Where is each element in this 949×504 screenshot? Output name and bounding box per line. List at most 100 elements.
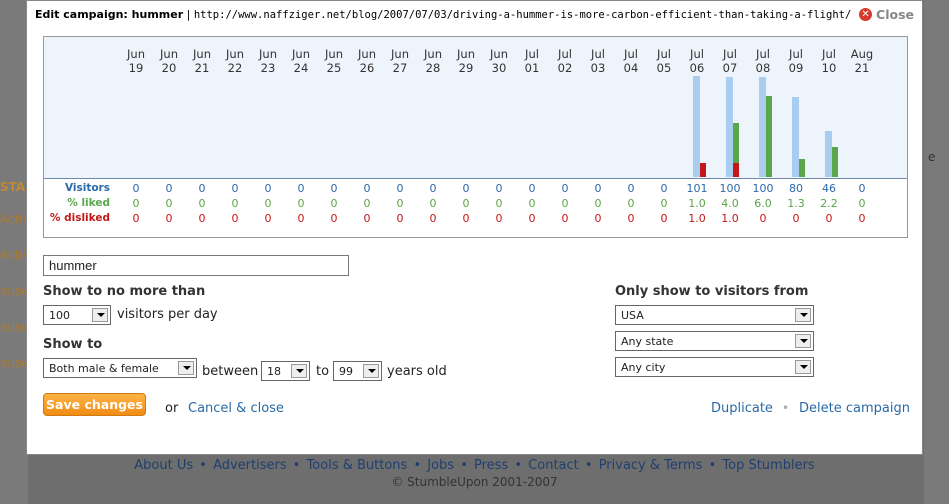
visitors-value: 0 <box>858 182 866 195</box>
row-label-visitors: Visitors <box>64 182 110 194</box>
date-tick-label: Jun 26 <box>358 47 376 75</box>
footer-separator: • <box>704 458 721 473</box>
city-select[interactable]: Any city <box>615 357 814 377</box>
visitors-value: 100 <box>752 182 774 195</box>
chevron-down-icon <box>795 360 811 374</box>
max-age-value: 99 <box>339 365 353 378</box>
visitors-value: 0 <box>396 182 404 195</box>
date-tick-label: Jun 27 <box>391 47 409 75</box>
delete-campaign-link[interactable]: Delete campaign <box>799 401 910 416</box>
date-tick-label: Jul 03 <box>590 47 606 75</box>
disliked-value: 0 <box>264 212 272 225</box>
cancel-close-link[interactable]: Cancel & close <box>188 401 284 416</box>
footer-separator: • <box>195 458 212 473</box>
liked-value: 0 <box>198 197 206 210</box>
visitors-value: 0 <box>132 182 140 195</box>
visitors-value: 0 <box>165 182 173 195</box>
close-icon: ✕ <box>859 8 873 21</box>
liked-value: 1.3 <box>787 197 805 210</box>
row-label-disliked: % disliked <box>49 212 110 224</box>
disliked-value: 0 <box>858 212 866 225</box>
footer-separator: • <box>288 458 305 473</box>
date-tick-label: Jul 05 <box>656 47 672 75</box>
liked-value: 0 <box>594 197 602 210</box>
visitors-value: 0 <box>462 182 470 195</box>
chevron-down-icon <box>363 364 379 378</box>
save-changes-button[interactable]: Save changes <box>43 393 146 416</box>
disliked-value: 0 <box>627 212 635 225</box>
liked-value: 0 <box>528 197 536 210</box>
show-to-label: Show to <box>43 337 103 352</box>
disliked-value: 0 <box>198 212 206 225</box>
gender-select[interactable]: Both male & female <box>43 358 197 378</box>
disliked-value: 0 <box>561 212 569 225</box>
state-select[interactable]: Any state <box>615 331 814 351</box>
visitors-value: 0 <box>495 182 503 195</box>
liked-value: 4.0 <box>721 197 739 210</box>
liked-value: 0 <box>495 197 503 210</box>
campaign-name-input[interactable] <box>43 255 349 276</box>
disliked-value: 0 <box>297 212 305 225</box>
footer-link[interactable]: Press <box>474 458 508 473</box>
date-tick-label: Jun 23 <box>259 47 277 75</box>
disliked-value: 0 <box>759 212 767 225</box>
footer-link[interactable]: Top Stumblers <box>722 458 814 473</box>
edit-campaign-dialog: Edit campaign: hummer | http://www.naffz… <box>26 0 923 455</box>
disliked-value: 1.0 <box>688 212 706 225</box>
visitors-bar <box>759 77 766 177</box>
duplicate-link[interactable]: Duplicate <box>711 401 773 416</box>
visitors-value: 0 <box>231 182 239 195</box>
country-select[interactable]: USA <box>615 305 814 325</box>
liked-value: 0 <box>396 197 404 210</box>
footer-link[interactable]: Privacy & Terms <box>599 458 703 473</box>
visitors-value: 0 <box>429 182 437 195</box>
max-age-select[interactable]: 99 <box>333 361 382 381</box>
dialog-title-prefix: Edit campaign: <box>35 8 132 21</box>
chevron-down-icon <box>178 361 194 375</box>
footer-link[interactable]: About Us <box>134 458 193 473</box>
liked-value: 0 <box>330 197 338 210</box>
date-tick-label: Jun 28 <box>424 47 442 75</box>
visitors-bar <box>792 97 799 177</box>
chart-plot-area: Jun 19 Jun 20 Jun 21 Jun 22 Jun 23 Jun 24 Jun … <box>44 37 907 179</box>
liked-bar <box>799 159 805 177</box>
close-button[interactable]: ✕ Close <box>859 7 914 22</box>
background-item: ause <box>0 284 29 298</box>
footer-separator: • <box>456 458 473 473</box>
date-tick-label: Jun 20 <box>160 47 178 75</box>
liked-value: 0 <box>297 197 305 210</box>
disliked-value: 0 <box>792 212 800 225</box>
close-label: Close <box>876 7 914 22</box>
date-tick-label: Jul 06 <box>689 47 705 75</box>
liked-bar <box>832 147 838 177</box>
background-item: STA <box>0 180 26 194</box>
background-right-strip: e <box>924 0 949 504</box>
min-age-select[interactable]: 18 <box>261 361 310 381</box>
visitors-limit-select[interactable]: 100 <box>43 305 111 325</box>
disliked-value: 1.0 <box>721 212 739 225</box>
city-value: Any city <box>621 361 666 374</box>
footer-link[interactable]: Tools & Buttons <box>307 458 408 473</box>
date-tick-label: Jun 24 <box>292 47 310 75</box>
liked-value: 0 <box>429 197 437 210</box>
visitors-bar <box>825 131 832 177</box>
liked-value: 0 <box>561 197 569 210</box>
date-tick-label: Jun 21 <box>193 47 211 75</box>
background-left-strip: STA Activ Activ ause ause ause <box>0 0 30 504</box>
page-footer: About Us • Advertisers • Tools & Buttons… <box>0 458 949 489</box>
footer-link[interactable]: Advertisers <box>213 458 287 473</box>
visitors-value: 0 <box>330 182 338 195</box>
footer-links: About Us • Advertisers • Tools & Buttons… <box>134 458 814 473</box>
disliked-value: 0 <box>462 212 470 225</box>
footer-link[interactable]: Contact <box>528 458 579 473</box>
footer-link[interactable]: Jobs <box>427 458 454 473</box>
chevron-down-icon <box>795 308 811 322</box>
liked-value: 0 <box>231 197 239 210</box>
date-tick-label: Jun 30 <box>490 47 508 75</box>
link-separator: • <box>782 401 790 415</box>
disliked-value: 0 <box>825 212 833 225</box>
date-tick-label: Jul 02 <box>557 47 573 75</box>
footer-copyright: © StumbleUpon 2001-2007 <box>391 475 558 489</box>
or-label: or <box>165 401 179 416</box>
liked-bar <box>766 95 772 177</box>
